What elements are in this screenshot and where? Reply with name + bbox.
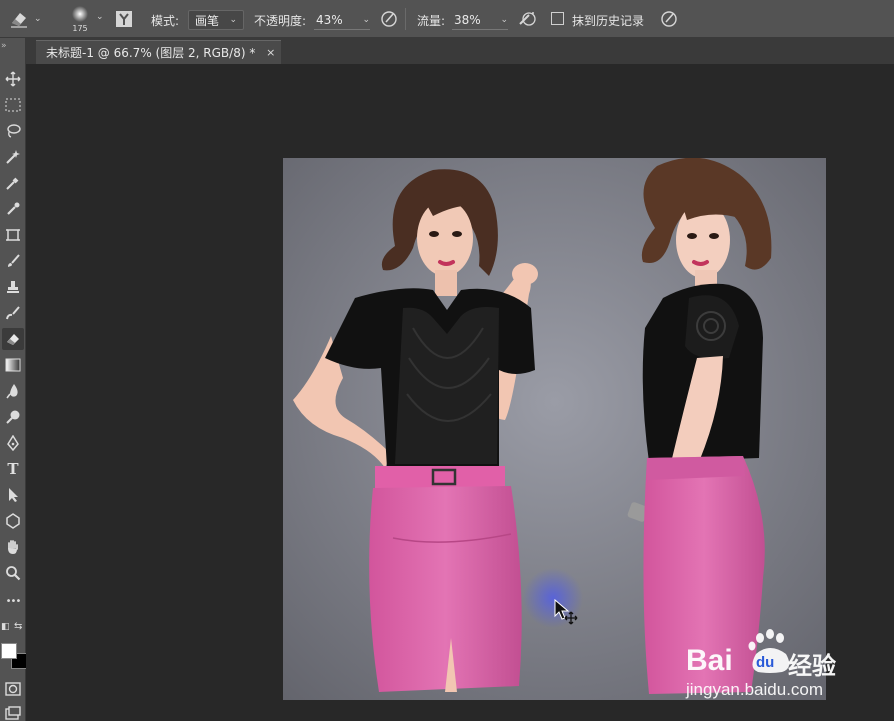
magic-wand-icon (6, 150, 20, 164)
zoom-icon (6, 566, 21, 581)
erase-to-history-label: 抹到历史记录 (572, 14, 645, 28)
pen-tool[interactable] (2, 432, 24, 454)
path-select-icon (9, 488, 18, 502)
collapse-panel-icon[interactable]: » (1, 41, 7, 51)
brush-preset-picker[interactable]: 175 (66, 4, 94, 36)
pen-pressure-icon (661, 11, 677, 27)
move-icon (5, 71, 21, 87)
tools-panel: » T ••• ◧ ⇆ (0, 38, 27, 721)
swap-colors-icon[interactable]: ⇆ (14, 621, 22, 632)
foreground-color-swatch[interactable] (1, 643, 17, 659)
blur-icon (6, 384, 18, 399)
erase-to-history-checkbox[interactable] (551, 12, 564, 25)
baidu-jingyan-watermark: Bai du 经验 jingyan.baidu.com (686, 624, 866, 704)
flow-input[interactable]: 38% ⌄ (452, 10, 508, 30)
quick-mask-icon (5, 682, 21, 696)
brush-size-value: 175 (72, 24, 88, 33)
history-brush-icon (6, 306, 20, 320)
mode-select[interactable]: 画笔 ⌄ (188, 10, 244, 30)
magic-wand-tool[interactable] (2, 146, 24, 168)
gradient-icon (5, 358, 21, 372)
soft-brush-icon (72, 6, 88, 22)
zoom-tool[interactable] (2, 562, 24, 584)
watermark-url: jingyan.baidu.com (686, 680, 824, 699)
eyedropper-2-tool[interactable] (2, 198, 24, 220)
history-brush-tool[interactable] (2, 302, 24, 324)
close-icon[interactable]: × (266, 46, 275, 59)
document-tab[interactable]: 未标题-1 @ 66.7% (图层 2, RGB/8) * × (36, 40, 282, 64)
stamp-icon (7, 281, 19, 293)
opacity-label: 不透明度: (254, 14, 307, 28)
dodge-icon (6, 410, 20, 424)
brush-tool[interactable] (2, 250, 24, 272)
opacity-input[interactable]: 43% ⌄ (314, 10, 370, 30)
brush-panel-icon (116, 11, 132, 27)
brand-du: du (756, 654, 775, 671)
mode-label: 模式: (151, 14, 180, 28)
airbrush-icon (519, 12, 536, 26)
lasso-tool[interactable] (2, 120, 24, 142)
path-selection-tool[interactable] (2, 484, 24, 506)
screen-mode-icon (5, 706, 21, 720)
type-icon: T (7, 460, 19, 478)
eyedropper-2-icon (7, 202, 20, 215)
chevron-down-icon: ⌄ (229, 15, 237, 25)
pen-pressure-icon (381, 11, 397, 27)
separator (405, 8, 406, 30)
chevron-down-icon[interactable]: ⌄ (96, 12, 104, 22)
move-tool[interactable] (2, 68, 24, 90)
brand-left: Bai (686, 644, 733, 677)
blur-tool[interactable] (2, 380, 24, 402)
pressure-opacity-button[interactable] (378, 8, 400, 30)
eraser-tool[interactable] (2, 328, 24, 350)
options-bar: ⌄ 175 ⌄ 模式: 画笔 ⌄ 不透明度: 43% ⌄ 流量: 38% ⌄ 抹… (0, 0, 894, 38)
flow-value: 38% (454, 12, 481, 27)
pen-icon (7, 435, 19, 451)
brand-right: 经验 (788, 652, 836, 680)
opacity-value: 43% (316, 12, 343, 27)
airbrush-button[interactable] (516, 8, 538, 30)
chevron-down-icon: ⌄ (500, 14, 508, 25)
type-tool[interactable]: T (2, 458, 24, 480)
shape-icon (6, 513, 20, 529)
crop-icon (6, 229, 20, 241)
cursor-move-icon (553, 598, 579, 629)
edit-toolbar-button[interactable]: ••• (2, 590, 24, 612)
brush-settings-button[interactable] (113, 8, 135, 30)
tool-preset-picker[interactable]: ⌄ (8, 6, 48, 32)
dodge-tool[interactable] (2, 406, 24, 428)
gradient-tool[interactable] (2, 354, 24, 376)
right-model (627, 158, 772, 694)
hand-icon (8, 540, 18, 554)
shape-tool[interactable] (2, 510, 24, 532)
flow-label: 流量: (417, 14, 446, 28)
marquee-tool[interactable] (2, 94, 24, 116)
lasso-icon (7, 124, 21, 138)
clone-stamp-tool[interactable] (2, 276, 24, 298)
eyedropper-tool[interactable] (2, 172, 24, 194)
eraser-icon (7, 334, 19, 345)
more-icon: ••• (5, 595, 22, 607)
eyedropper-icon (6, 177, 19, 190)
screen-mode-button[interactable] (2, 702, 24, 721)
document-tab-bar: 未标题-1 @ 66.7% (图层 2, RGB/8) * × (26, 38, 894, 64)
eraser-icon (11, 13, 27, 28)
document-tab-title: 未标题-1 @ 66.7% (图层 2, RGB/8) * (46, 46, 256, 60)
mode-value: 画笔 (195, 13, 220, 28)
brush-icon (8, 254, 20, 267)
rect-marquee-icon (5, 98, 21, 112)
pressure-size-button[interactable] (658, 8, 680, 30)
chevron-down-icon: ⌄ (362, 14, 370, 25)
frame-tool[interactable] (2, 224, 24, 246)
chevron-down-icon: ⌄ (34, 14, 42, 24)
default-colors-icon[interactable]: ◧ (1, 622, 10, 632)
hand-tool[interactable] (2, 536, 24, 558)
quick-mask-button[interactable] (2, 678, 24, 700)
